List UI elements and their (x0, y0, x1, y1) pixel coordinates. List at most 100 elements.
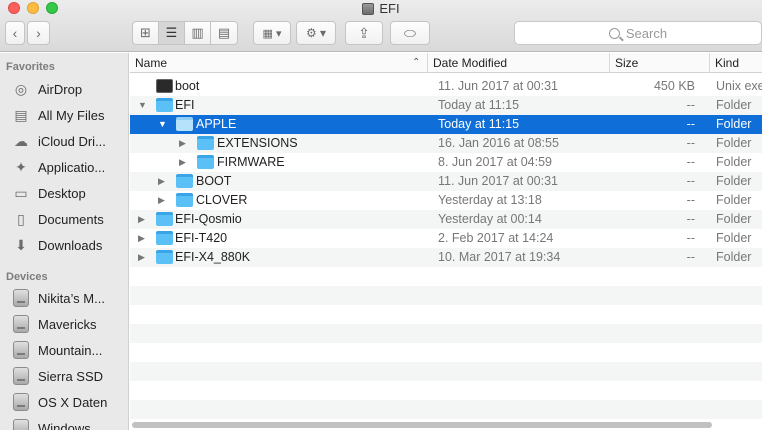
sidebar-item-desktop[interactable]: ▭ Desktop (12, 182, 128, 204)
column-header: Name ⌃ Date Modified Size Kind (130, 53, 762, 73)
cover-flow-icon: ▤ (217, 25, 231, 40)
empty-row (130, 362, 762, 381)
column-view-button[interactable]: ▥ (185, 22, 211, 44)
chevron-left-icon: ‹ (12, 25, 18, 41)
sidebar-item-icloud-drive[interactable]: ☁ iCloud Dri... (12, 130, 128, 152)
column-header-name[interactable]: Name (130, 53, 428, 73)
file-row[interactable]: ▶ BOOT 11. Jun 2017 at 00:31 -- Folder (130, 172, 762, 191)
disclosure-triangle-expanded-icon[interactable]: ▼ (158, 119, 167, 129)
file-row[interactable]: ▶ CLOVER Yesterday at 13:18 -- Folder (130, 191, 762, 210)
folder-icon (176, 174, 193, 188)
action-button[interactable]: ⚙ ▾ (296, 21, 336, 45)
disk-icon (12, 367, 30, 385)
icon-view-icon: ⊞ (140, 25, 151, 40)
all-files-icon: ▤ (14, 106, 28, 123)
cover-flow-button[interactable]: ▤ (211, 22, 237, 44)
icloud-icon: ☁ (14, 132, 28, 149)
gear-icon: ⚙ ▾ (305, 26, 327, 40)
sidebar-item-documents[interactable]: ▯ Documents (12, 208, 128, 230)
window-title: EFI (0, 1, 762, 16)
back-button[interactable]: ‹ (5, 21, 25, 45)
disk-icon (362, 3, 375, 15)
folder-icon (156, 212, 173, 226)
column-header-date[interactable]: Date Modified (428, 53, 610, 73)
search-field[interactable]: Search (514, 21, 762, 45)
search-icon (608, 27, 620, 39)
empty-row (130, 381, 762, 400)
empty-row (130, 305, 762, 324)
file-row[interactable]: ▶ FIRMWARE 8. Jun 2017 at 04:59 -- Folde… (130, 153, 762, 172)
disclosure-triangle-expanded-icon[interactable]: ▼ (138, 100, 147, 110)
disclosure-triangle-collapsed-icon[interactable]: ▶ (179, 157, 186, 168)
empty-row (130, 324, 762, 343)
file-row[interactable]: ▼ EFI Today at 11:15 -- Folder (130, 96, 762, 115)
chevron-right-icon: › (36, 25, 41, 41)
disclosure-triangle-collapsed-icon[interactable]: ▶ (138, 233, 145, 244)
horizontal-scrollbar[interactable] (132, 422, 712, 428)
sidebar-item-mavericks[interactable]: Mavericks (12, 313, 128, 335)
search-placeholder: Search (625, 25, 668, 41)
icon-view-button[interactable]: ⊞ (133, 22, 159, 44)
disk-icon (12, 315, 30, 333)
folder-icon (156, 98, 173, 112)
airdrop-icon: ◎ (14, 80, 28, 97)
sidebar-item-windows[interactable]: Windows (12, 417, 128, 430)
share-button[interactable]: ⇪ (345, 21, 383, 45)
empty-row (130, 286, 762, 305)
folder-icon (197, 155, 214, 169)
disk-icon (12, 419, 30, 430)
empty-row (130, 343, 762, 362)
folder-icon (176, 117, 193, 131)
disclosure-triangle-collapsed-icon[interactable]: ▶ (179, 138, 186, 149)
tag-icon: ⬭ (404, 24, 416, 41)
desktop-icon: ▭ (14, 184, 28, 201)
disk-icon (12, 393, 30, 411)
view-mode-control: ⊞ ☰ ▥ ▤ (132, 21, 238, 45)
applications-icon: ✦ (15, 158, 27, 175)
arrange-button[interactable]: ▦ ▾ (253, 21, 291, 45)
empty-row (130, 400, 762, 419)
folder-icon (197, 136, 214, 150)
file-row[interactable]: ▶ EFI-T420 2. Feb 2017 at 14:24 -- Folde… (130, 229, 762, 248)
disclosure-triangle-collapsed-icon[interactable]: ▶ (138, 252, 145, 263)
sidebar-item-os-x-daten[interactable]: OS X Daten (12, 391, 128, 413)
sort-ascending-icon: ⌃ (412, 57, 421, 68)
folder-icon (176, 193, 193, 207)
sidebar-item-sierra-ssd[interactable]: Sierra SSD (12, 365, 128, 387)
sidebar-item-all-my-files[interactable]: ▤ All My Files (12, 104, 128, 126)
sidebar: Favorites ◎ AirDrop ▤ All My Files ☁ iCloud… (0, 53, 129, 430)
disclosure-triangle-collapsed-icon[interactable]: ▶ (158, 176, 165, 187)
tags-button[interactable]: ⬭ (390, 21, 430, 45)
list-view-icon: ☰ (165, 25, 178, 40)
sidebar-item-computer[interactable]: Nikita’s M... (12, 287, 128, 309)
sidebar-header-favorites: Favorites (6, 61, 55, 73)
downloads-icon: ⬇ (15, 236, 27, 253)
computer-icon (12, 289, 30, 307)
share-icon: ⇪ (358, 24, 370, 41)
window-toolbar: EFI ‹ › ⊞ ☰ ▥ ▤ ▦ ▾ ⚙ ▾ ⇪ ⬭ Search (0, 0, 762, 52)
sidebar-item-downloads[interactable]: ⬇ Downloads (12, 234, 128, 256)
file-row[interactable]: boot 11. Jun 2017 at 00:31 450 KB Unix e… (130, 77, 762, 96)
sidebar-header-devices: Devices (6, 271, 48, 283)
folder-icon (156, 231, 173, 245)
disclosure-triangle-collapsed-icon[interactable]: ▶ (158, 195, 165, 206)
file-row-selected[interactable]: ▼ APPLE Today at 11:15 -- Folder (130, 115, 762, 134)
column-header-kind[interactable]: Kind (710, 53, 762, 73)
column-view-icon: ▥ (191, 25, 204, 40)
disk-icon (12, 341, 30, 359)
sidebar-item-mountain[interactable]: Mountain... (12, 339, 128, 361)
list-view-button[interactable]: ☰ (159, 22, 185, 44)
forward-button[interactable]: › (27, 21, 50, 45)
file-row[interactable]: ▶ EFI-Qosmio Yesterday at 00:14 -- Folde… (130, 210, 762, 229)
empty-row (130, 267, 762, 286)
sidebar-item-airdrop[interactable]: ◎ AirDrop (12, 78, 128, 100)
unix-executable-icon (156, 79, 173, 93)
file-row[interactable]: ▶ EXTENSIONS 16. Jan 2016 at 08:55 -- Fo… (130, 134, 762, 153)
arrange-icon: ▦ ▾ (262, 27, 282, 40)
sidebar-item-applications[interactable]: ✦ Applicatio... (12, 156, 128, 178)
file-row[interactable]: ▶ EFI-X4_880K 10. Mar 2017 at 19:34 -- F… (130, 248, 762, 267)
disclosure-triangle-collapsed-icon[interactable]: ▶ (138, 214, 145, 225)
folder-icon (156, 250, 173, 264)
window-title-text: EFI (379, 1, 400, 16)
column-header-size[interactable]: Size (610, 53, 710, 73)
